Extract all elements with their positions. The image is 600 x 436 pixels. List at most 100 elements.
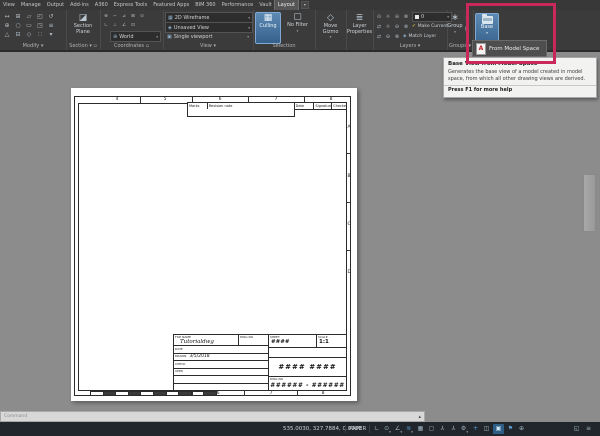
modify-icon-5[interactable]: ↺ [47, 13, 55, 21]
viewport-config-dropdown[interactable]: ▣ Single viewport ▾ [165, 32, 251, 41]
coordinates-icon-4[interactable]: ⊞ [130, 13, 136, 21]
panel-label-modify[interactable]: Modify ▾ [0, 43, 66, 50]
osnap-icon[interactable]: ≋▾ [405, 424, 414, 434]
modify-icon-2[interactable]: ⊞ [14, 13, 22, 21]
modify-icon-3[interactable]: ◇ [25, 31, 33, 39]
units-icon[interactable]: ◫ [482, 424, 491, 434]
tab-add-ins[interactable]: Add-ins [67, 0, 92, 10]
command-prompt-text: Command [1, 412, 424, 421]
tab-bim-360[interactable]: BIM 360 [192, 0, 218, 10]
dynamic-input-icon[interactable]: ▢ [427, 424, 436, 434]
layer-dropdown[interactable]: 0 ▾ [412, 12, 452, 22]
panel-groups: ∗ Group ▾ ∗ ▣ Groups ▾ [447, 10, 474, 52]
ortho-icon[interactable]: ∟ [372, 424, 381, 434]
panel-label-selection[interactable]: Selection [253, 43, 315, 50]
base-view-icon [482, 16, 493, 24]
annotation-monitor-icon[interactable]: + [471, 424, 480, 434]
vertical-scrollbar-thumb[interactable] [583, 174, 596, 232]
coordinates-icon-3[interactable]: ∠ [121, 22, 127, 30]
coordinates-icon-2[interactable]: ⌐ [112, 13, 118, 21]
move-gizmo-button[interactable]: ◇ Move Gizmo ▾ [317, 13, 344, 45]
group-button[interactable]: ∗ Group ▾ [447, 13, 463, 43]
drawing-canvas[interactable]: MarksRevision noteDateSignatureChecked F… [0, 52, 600, 411]
modify-icon-2[interactable]: ○ [14, 22, 22, 30]
modify-icon-3[interactable]: ▭ [25, 22, 33, 30]
panel-label-section[interactable]: Section ▾ ▫ [66, 43, 100, 50]
isodraft-icon[interactable]: ⊙▾ [383, 424, 392, 434]
visual-style-icon: ▦ [168, 15, 173, 21]
layer-state-icon-2[interactable]: ☼ [384, 13, 392, 21]
annotation-autoscale-icon[interactable]: ⅄ [449, 424, 458, 434]
layer-state-icon-1[interactable]: ⊙ [375, 13, 383, 21]
modify-icon-1[interactable]: ↔ [3, 13, 11, 21]
customize-icon[interactable]: ≡ [584, 424, 593, 434]
section-plane-button[interactable]: ◪ Section Plane [69, 13, 97, 42]
coordinates-icon-4[interactable]: ⊡ [130, 22, 136, 30]
layer-state-icon-4[interactable]: ⊗ [402, 13, 410, 21]
modify-icon-4[interactable]: ∷ [36, 31, 44, 39]
zone-tick [347, 202, 351, 203]
tab-vault[interactable]: Vault [256, 0, 275, 10]
workspace-gear-icon[interactable]: ⚙▾ [460, 424, 469, 434]
paper-space-toggle[interactable]: PAPER [349, 422, 366, 436]
layer-tool-icon-2[interactable]: ☼ [384, 23, 392, 31]
coordinates-icon-1[interactable]: ∟ [103, 22, 109, 30]
make-current-button[interactable]: ✔ Make Current [412, 23, 448, 31]
panel-label-layers[interactable]: Layers ▾ [373, 43, 447, 50]
layer-properties-label: Layer Properties [347, 24, 372, 35]
isolate-objects-icon[interactable]: ⊕ [517, 424, 526, 434]
annotation-visibility-icon[interactable]: ⅄ [438, 424, 447, 434]
tab-manage[interactable]: Manage [18, 0, 44, 10]
layer-properties-button[interactable]: ≣ Layer Properties [347, 13, 372, 45]
culling-button[interactable]: ▦ Culling [255, 12, 281, 44]
layer-tool-icon-3[interactable]: ⊗ [393, 33, 401, 41]
coordinates-icon-5[interactable]: ⊙ [139, 13, 145, 21]
ucs-dropdown[interactable]: ⊕ World ▾ [110, 31, 161, 42]
panel-label-coordinates[interactable]: Coordinates ▫ [100, 43, 163, 50]
modify-icon-5[interactable]: ▾ [47, 31, 55, 39]
layer-tool-icon-1[interactable]: ⇄ [375, 23, 383, 31]
scale-bar-segment [154, 392, 167, 395]
base-flyout-item-from-model-space[interactable]: A From Model Space [472, 40, 547, 57]
modify-icon-4[interactable]: ◳ [36, 22, 44, 30]
panel-label-view[interactable]: View ▾ [163, 43, 253, 50]
layer-tool-icon-1[interactable]: ⇄ [375, 33, 383, 41]
polar-tracking-icon[interactable]: ∠▾ [394, 424, 403, 434]
no-filter-button[interactable]: ▢ No Filter ▾ [284, 12, 311, 42]
coordinates-icon-1[interactable]: ⊕ [103, 13, 109, 21]
group-tool-icon-1[interactable]: ∗ [463, 15, 471, 23]
group-tool-icon-2[interactable]: ▣ [463, 25, 471, 33]
tab-layout[interactable]: Layout [275, 0, 298, 10]
layer-state-icon-3[interactable]: ⊖ [393, 13, 401, 21]
scale-bar-segment [204, 392, 216, 395]
tab-output[interactable]: Output [44, 0, 67, 10]
quick-properties-icon[interactable]: ▣ [493, 424, 504, 434]
tab-a360[interactable]: A360 [92, 0, 111, 10]
tab-view[interactable]: View [0, 0, 18, 10]
modify-icon-1[interactable]: △ [3, 31, 11, 39]
tab-featured-apps[interactable]: Featured Apps [150, 0, 192, 10]
layer-tool-icon-3[interactable]: ⊖ [393, 23, 401, 31]
coordinates-icon-3[interactable]: ⊿ [121, 13, 127, 21]
grid-icon[interactable]: ▦ [416, 424, 425, 434]
match-layer-button[interactable]: ◈ Match Layer [403, 33, 436, 41]
expand-arrow-icon[interactable]: ▴ [418, 413, 421, 421]
ribbon-options-icon[interactable]: ▾ [301, 1, 309, 9]
coordinates-icon-2[interactable]: ⊥ [112, 22, 118, 30]
modify-icon-3[interactable]: ▱ [25, 13, 33, 21]
layer-tool-icon-4[interactable]: ⊗ [402, 23, 410, 31]
layer-tool-icon-2[interactable]: ⊖ [384, 33, 392, 41]
tab-express-tools[interactable]: Express Tools [111, 0, 150, 10]
clean-screen-icon[interactable]: ◱ [572, 424, 581, 434]
command-line[interactable]: Command ▴ [0, 411, 425, 422]
scale-value: 1:1 [317, 339, 346, 345]
revision-col-header: Date [295, 103, 315, 109]
title-block-row: DRAWN3/5/2018 [174, 354, 268, 362]
panel-label-groups[interactable]: Groups ▾ [447, 43, 473, 50]
modify-icon-2[interactable]: ⊟ [14, 31, 22, 39]
modify-icon-1[interactable]: ⊕ [3, 22, 11, 30]
tab-performance[interactable]: Performance [219, 0, 257, 10]
lock-ui-icon[interactable]: ⚑ [506, 424, 515, 434]
modify-icon-4[interactable]: ◰ [36, 13, 44, 21]
modify-icon-5[interactable]: ≡ [47, 22, 55, 30]
